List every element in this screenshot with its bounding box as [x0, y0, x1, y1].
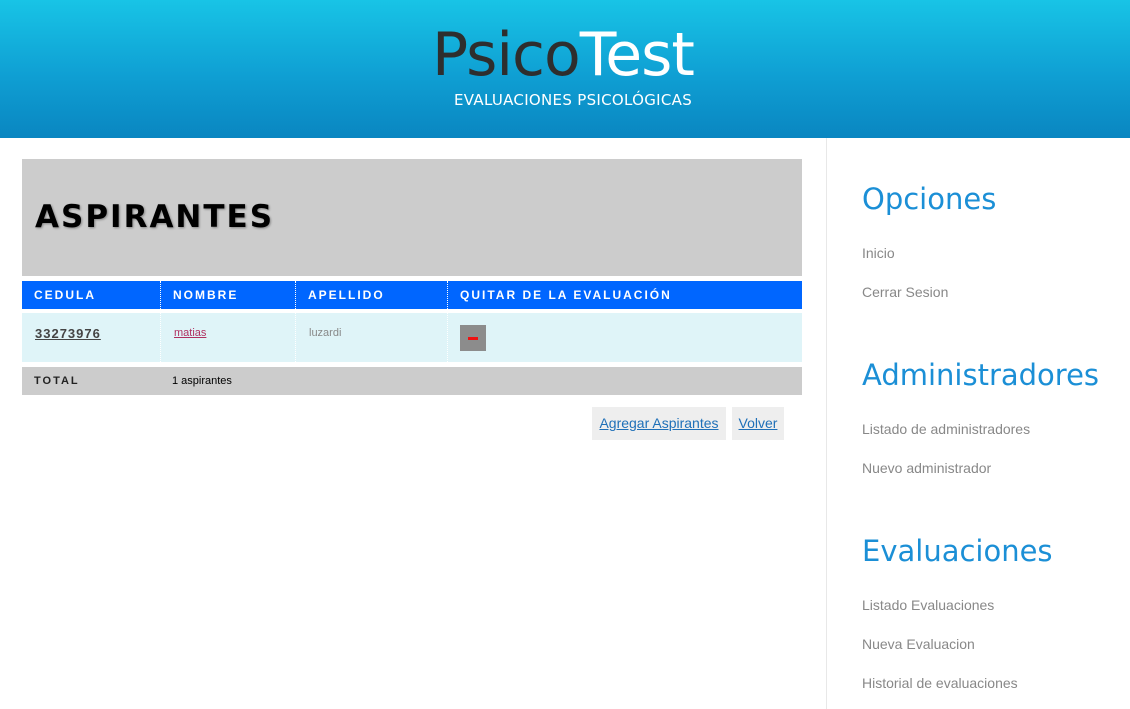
sidebar-heading-evaluaciones: Evaluaciones	[862, 534, 1053, 568]
page-title-box: ASPIRANTES	[22, 159, 802, 276]
column-header-cedula: CEDULA	[34, 288, 96, 302]
sidebar-link-historial-evaluaciones[interactable]: Historial de evaluaciones	[862, 675, 1018, 691]
cell-quitar	[447, 313, 802, 362]
total-label: TOTAL	[34, 375, 80, 387]
sidebar-heading-administradores: Administradores	[862, 358, 1100, 392]
sidebar-link-nuevo-administrador[interactable]: Nuevo administrador	[862, 460, 991, 476]
nombre-link[interactable]: matias	[174, 327, 206, 339]
sidebar-link-listado-administradores[interactable]: Listado de administradores	[862, 421, 1030, 437]
logo-text-dark: Psico	[432, 20, 581, 90]
site-header: PsicoTest EVALUACIONES PSICOLÓGICAS	[0, 0, 1130, 138]
sidebar-divider	[826, 138, 827, 709]
column-header-quitar: QUITAR DE LA EVALUACIÓN	[447, 281, 802, 309]
logo-wordmark: PsicoTest	[432, 20, 702, 90]
cell-nombre: matias	[160, 313, 295, 362]
table-header: CEDULA NOMBRE APELLIDO QUITAR DE LA EVAL…	[22, 281, 802, 309]
minus-icon	[468, 337, 478, 340]
add-applicants-button[interactable]: Agregar Aspirantes	[592, 407, 726, 440]
sidebar-link-cerrar-sesion[interactable]: Cerrar Sesion	[862, 284, 948, 300]
column-header-apellido: APELLIDO	[295, 281, 447, 309]
remove-applicant-button[interactable]	[460, 325, 486, 351]
logo-tagline: EVALUACIONES PSICOLÓGICAS	[454, 91, 693, 109]
cedula-link[interactable]: 33273976	[35, 326, 101, 341]
table-row: 33273976 matias luzardi	[22, 313, 802, 362]
cell-cedula: 33273976	[22, 313, 160, 362]
total-value: 1 aspirantes	[172, 375, 232, 387]
logo[interactable]: PsicoTest EVALUACIONES PSICOLÓGICAS	[432, 20, 702, 109]
sidebar-link-inicio[interactable]: Inicio	[862, 245, 895, 261]
cell-apellido: luzardi	[295, 313, 447, 362]
page-title: ASPIRANTES	[35, 199, 275, 235]
column-header-nombre: NOMBRE	[160, 281, 295, 309]
sidebar-link-nueva-evaluacion[interactable]: Nueva Evaluacion	[862, 636, 975, 652]
apellido-text: luzardi	[309, 327, 342, 339]
table-footer: TOTAL 1 aspirantes	[22, 367, 802, 395]
sidebar-heading-opciones: Opciones	[862, 182, 997, 216]
logo-text-light: Test	[579, 20, 695, 90]
back-button[interactable]: Volver	[732, 407, 784, 440]
sidebar-link-listado-evaluaciones[interactable]: Listado Evaluaciones	[862, 597, 994, 613]
